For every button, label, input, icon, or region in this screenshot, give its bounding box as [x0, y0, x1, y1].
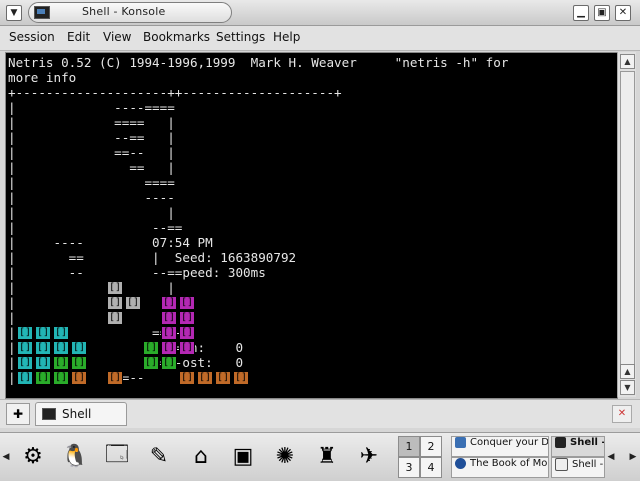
- terminal-view[interactable]: Netris 0.52 (C) 1994-1996,1999 Mark H. W…: [5, 52, 618, 399]
- session-tabbar: ✚ Shell ✕: [0, 399, 640, 428]
- minimize-button[interactable]: ▁: [573, 5, 589, 21]
- block-cyan: []: [35, 341, 51, 355]
- desktop-pager: 1 2 3 4: [398, 436, 442, 478]
- scroll-down-icon[interactable]: ▼: [620, 380, 635, 395]
- block-magenta: []: [179, 341, 195, 355]
- block-cyan: []: [53, 341, 69, 355]
- maximize-button[interactable]: ▣: [594, 5, 610, 21]
- block-cyan: []: [35, 326, 51, 340]
- block-magenta: []: [161, 311, 177, 325]
- block-cyan: []: [17, 326, 33, 340]
- konsole-icon[interactable]: ▣: [226, 439, 260, 473]
- pencil-icon[interactable]: ✎: [142, 439, 176, 473]
- block-green: []: [143, 341, 159, 355]
- windows-icon[interactable]: 🗔: [100, 439, 134, 473]
- block-cyan: []: [17, 356, 33, 370]
- scroll-up-icon[interactable]: ▲: [620, 364, 635, 379]
- block-green: []: [143, 356, 159, 370]
- block-orange: []: [197, 371, 213, 385]
- menu-settings[interactable]: Settings: [216, 30, 265, 44]
- block-cyan: []: [53, 326, 69, 340]
- document-icon: [455, 437, 466, 448]
- block-magenta: []: [179, 326, 195, 340]
- task-button-active[interactable]: Shell -: [551, 436, 605, 457]
- tab-label: Shell: [62, 407, 92, 421]
- block-magenta: []: [179, 311, 195, 325]
- block-magenta: []: [179, 296, 195, 310]
- window-menu-button[interactable]: ▼: [6, 5, 22, 21]
- document-icon: [555, 458, 568, 471]
- scrollbar-thumb[interactable]: [620, 71, 635, 371]
- close-session-icon[interactable]: ✕: [612, 405, 632, 423]
- block-green: []: [161, 356, 177, 370]
- pager-desktop-4[interactable]: 4: [420, 457, 442, 478]
- browser-icon[interactable]: ✺: [268, 439, 302, 473]
- menu-help[interactable]: Help: [273, 30, 300, 44]
- block-orange: []: [215, 371, 231, 385]
- terminal-text: Netris 0.52 (C) 1994-1996,1999 Mark H. W…: [8, 55, 509, 385]
- terminal-icon: [34, 6, 50, 19]
- window-title: Shell - Konsole: [82, 5, 166, 18]
- block-orange: []: [233, 371, 249, 385]
- block-grey: []: [107, 311, 123, 325]
- block-green: []: [71, 356, 87, 370]
- block-green: []: [53, 356, 69, 370]
- new-session-button[interactable]: ✚: [6, 403, 30, 425]
- block-cyan: []: [71, 341, 87, 355]
- terminal-icon: [555, 437, 566, 448]
- block-cyan: []: [35, 356, 51, 370]
- menubar: Session Edit View Bookmarks Settings Hel…: [0, 26, 640, 51]
- menu-session[interactable]: Session: [9, 30, 55, 44]
- pager-desktop-2[interactable]: 2: [420, 436, 442, 457]
- block-cyan: []: [17, 371, 33, 385]
- block-grey: []: [125, 296, 141, 310]
- task-button[interactable]: Conquer your D: [451, 436, 549, 457]
- menu-edit[interactable]: Edit: [67, 30, 90, 44]
- kde-menu-icon[interactable]: ⚙: [16, 439, 50, 473]
- block-magenta: []: [161, 326, 177, 340]
- pager-desktop-1[interactable]: 1: [398, 436, 420, 457]
- office-icon[interactable]: ✈: [352, 439, 386, 473]
- block-orange: []: [71, 371, 87, 385]
- panel-hide-left-icon[interactable]: ◀: [2, 445, 10, 469]
- block-magenta: []: [161, 296, 177, 310]
- home-icon[interactable]: ⌂: [184, 439, 218, 473]
- block-magenta: []: [161, 341, 177, 355]
- window-titlebar[interactable]: ▼ Shell - Konsole ▁ ▣ ✕: [0, 0, 640, 26]
- terminal-icon: [42, 408, 56, 420]
- block-grey: []: [107, 281, 123, 295]
- penguin-icon[interactable]: 🐧: [58, 439, 92, 473]
- task-button[interactable]: The Book of Mo: [451, 457, 549, 478]
- globe-icon: [455, 458, 466, 469]
- block-grey: []: [107, 296, 123, 310]
- block-green: []: [35, 371, 51, 385]
- pager-desktop-3[interactable]: 3: [398, 457, 420, 478]
- tab-shell[interactable]: Shell: [35, 402, 127, 426]
- block-orange: []: [107, 371, 123, 385]
- taskbar-scroll-left-icon[interactable]: ◀: [607, 445, 615, 469]
- close-button[interactable]: ✕: [615, 5, 631, 21]
- panel-hide-right-icon[interactable]: ▶: [629, 445, 637, 469]
- scroll-up-icon[interactable]: ▲: [620, 54, 635, 69]
- menu-bookmarks[interactable]: Bookmarks: [143, 30, 210, 44]
- dragon-icon[interactable]: ♜: [310, 439, 344, 473]
- block-green: []: [53, 371, 69, 385]
- kde-panel: ◀ ⚙ 🐧 🗔 ✎ ⌂ ▣ ✺ ♜ ✈ 1 2 3 4 Conquer your…: [0, 432, 640, 481]
- block-cyan: []: [17, 341, 33, 355]
- terminal-scrollbar[interactable]: ▲ ▲ ▼: [617, 52, 636, 397]
- block-orange: []: [179, 371, 195, 385]
- menu-view[interactable]: View: [103, 30, 131, 44]
- task-button[interactable]: Shell -: [551, 457, 605, 478]
